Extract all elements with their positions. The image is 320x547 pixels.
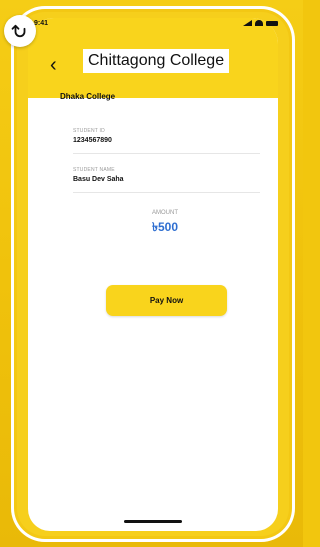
institution-name: Dhaka College: [60, 92, 116, 101]
battery-icon: [266, 20, 278, 26]
status-icons: [243, 20, 278, 26]
student-id-value: 1234567890: [73, 137, 112, 144]
signal-icon: [243, 20, 252, 26]
back-button[interactable]: ‹: [50, 54, 57, 76]
student-id-label: STUDENT ID: [73, 128, 105, 134]
refresh-icon: [11, 24, 26, 38]
student-name-label: STUDENT NAME: [73, 167, 115, 173]
pay-now-button[interactable]: Pay Now: [106, 285, 227, 316]
amount-label: AMOUNT: [152, 210, 178, 216]
student-name-value: Basu Dev Saha: [73, 176, 124, 183]
payment-details: Dhaka College STUDENT ID 1234567890 STUD…: [60, 92, 260, 234]
wifi-icon: [255, 20, 263, 26]
status-time: 9:41: [34, 20, 49, 27]
page-title: Chittagong College: [83, 49, 230, 73]
divider: [73, 153, 260, 154]
amount-value: ৳500: [152, 220, 178, 234]
divider: [73, 192, 260, 193]
chevron-left-icon: ‹: [50, 54, 57, 76]
sync-badge[interactable]: [4, 15, 36, 47]
home-indicator: [124, 520, 182, 523]
